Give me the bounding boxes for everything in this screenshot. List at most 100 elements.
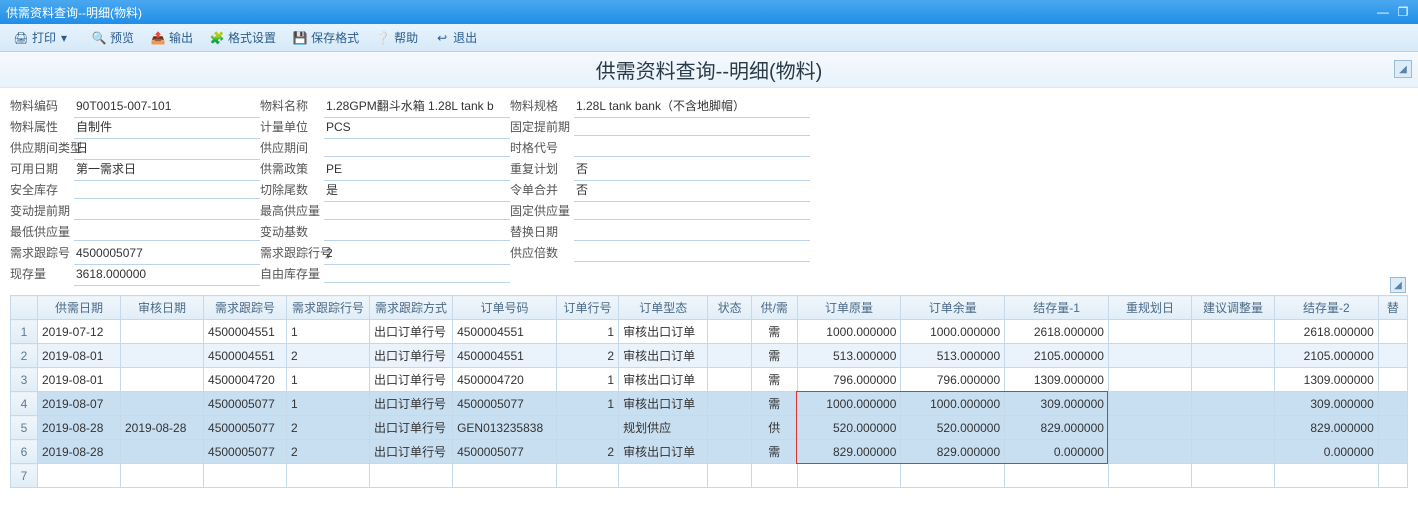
cut-tail-value[interactable]: 是 (324, 180, 510, 202)
cell[interactable] (204, 464, 287, 488)
cell[interactable]: 2105.000000 (1005, 344, 1109, 368)
cell[interactable] (453, 464, 557, 488)
col-header[interactable]: 订单型态 (619, 296, 708, 320)
cell[interactable] (121, 368, 204, 392)
exit-button[interactable]: ↩ 退出 (427, 27, 484, 49)
inventory-value[interactable]: 3618.000000 (74, 264, 260, 286)
cell[interactable] (1378, 416, 1407, 440)
cell[interactable] (708, 392, 752, 416)
cell[interactable] (1378, 320, 1407, 344)
table-row[interactable]: 12019-07-1245000045511出口订单行号45000045511审… (11, 320, 1408, 344)
table-row[interactable]: 52019-08-282019-08-2845000050772出口订单行号GE… (11, 416, 1408, 440)
col-header[interactable]: 订单原量 (797, 296, 901, 320)
cell[interactable]: 4500004551 (453, 344, 557, 368)
fixed-supply-value[interactable] (574, 204, 810, 220)
col-header[interactable]: 审核日期 (121, 296, 204, 320)
cell[interactable]: 2019-08-28 (121, 416, 204, 440)
max-supply-value[interactable] (324, 204, 510, 220)
table-row[interactable]: 7 (11, 464, 1408, 488)
cell[interactable] (797, 464, 901, 488)
cell[interactable]: 2 (287, 344, 370, 368)
col-header[interactable] (11, 296, 38, 320)
material-code-value[interactable]: 90T0015-007-101 (74, 96, 260, 118)
cell[interactable] (1274, 464, 1378, 488)
cell[interactable] (370, 464, 453, 488)
cell[interactable]: 520.000000 (797, 416, 901, 440)
cell[interactable]: 4500004551 (204, 344, 287, 368)
row-number[interactable]: 5 (11, 416, 38, 440)
export-button[interactable]: 📤 输出 (143, 27, 200, 49)
cell[interactable] (1108, 416, 1191, 440)
table-row[interactable]: 42019-08-0745000050771出口订单行号45000050771审… (11, 392, 1408, 416)
cell[interactable]: 1000.000000 (901, 320, 1005, 344)
cell[interactable]: 4500005077 (204, 440, 287, 464)
cell[interactable]: 需 (751, 440, 797, 464)
cell[interactable]: GEN013235838 (453, 416, 557, 440)
format-button[interactable]: 🧩 格式设置 (202, 27, 283, 49)
cell[interactable]: 2019-08-01 (37, 344, 120, 368)
row-number[interactable]: 7 (11, 464, 38, 488)
cell[interactable]: 0.000000 (1005, 440, 1109, 464)
cell[interactable]: 309.000000 (1005, 392, 1109, 416)
policy-value[interactable]: PE (324, 159, 510, 181)
restore-button[interactable]: ❐ (1394, 4, 1412, 20)
data-grid[interactable]: 供需日期审核日期需求跟踪号需求跟踪行号需求跟踪方式订单号码订单行号订单型态状态供… (10, 295, 1408, 488)
cell[interactable]: 审核出口订单 (619, 440, 708, 464)
cell[interactable]: 4500004551 (453, 320, 557, 344)
cell[interactable]: 审核出口订单 (619, 392, 708, 416)
cell[interactable]: 4500005077 (204, 416, 287, 440)
cell[interactable]: 需 (751, 368, 797, 392)
min-supply-value[interactable] (74, 225, 260, 241)
var-lead-value[interactable] (74, 204, 260, 220)
cell[interactable] (1005, 464, 1109, 488)
cell[interactable]: 829.000000 (1005, 416, 1109, 440)
cell[interactable]: 2618.000000 (1274, 320, 1378, 344)
unit-value[interactable]: PCS (324, 117, 510, 139)
cell[interactable]: 2 (556, 440, 618, 464)
cell[interactable] (708, 344, 752, 368)
cell[interactable] (121, 392, 204, 416)
cell[interactable]: 513.000000 (797, 344, 901, 368)
col-header[interactable]: 订单号码 (453, 296, 557, 320)
cell[interactable] (1108, 368, 1191, 392)
cell[interactable] (556, 416, 618, 440)
col-header[interactable]: 替 (1378, 296, 1407, 320)
cell[interactable]: 796.000000 (901, 368, 1005, 392)
cell[interactable]: 需 (751, 344, 797, 368)
cell[interactable]: 1000.000000 (901, 392, 1005, 416)
trace-line-value[interactable]: 2 (324, 243, 510, 265)
expand-grid-button[interactable]: ◢ (1390, 277, 1406, 293)
table-row[interactable]: 32019-08-0145000047201出口订单行号45000047201审… (11, 368, 1408, 392)
cell[interactable]: 4500004720 (453, 368, 557, 392)
cell[interactable]: 供 (751, 416, 797, 440)
col-header[interactable]: 需求跟踪行号 (287, 296, 370, 320)
col-header[interactable]: 订单余量 (901, 296, 1005, 320)
cell[interactable] (556, 464, 618, 488)
col-header[interactable]: 需求跟踪方式 (370, 296, 453, 320)
cell[interactable]: 2 (556, 344, 618, 368)
print-button[interactable]: 🖨 打印 ▾ (6, 27, 82, 49)
table-row[interactable]: 62019-08-2845000050772出口订单行号45000050772审… (11, 440, 1408, 464)
cell[interactable] (708, 464, 752, 488)
cell[interactable]: 1309.000000 (1274, 368, 1378, 392)
cell[interactable] (1108, 320, 1191, 344)
supply-period-type-value[interactable]: 日 (74, 138, 260, 160)
cell[interactable]: 4500005077 (453, 392, 557, 416)
cell[interactable]: 513.000000 (901, 344, 1005, 368)
replace-date-value[interactable] (574, 225, 810, 241)
grid-body[interactable]: 12019-07-1245000045511出口订单行号45000045511审… (11, 320, 1408, 488)
cell[interactable]: 1000.000000 (797, 392, 901, 416)
cell[interactable] (1191, 368, 1274, 392)
cell[interactable]: 2019-08-01 (37, 368, 120, 392)
col-header[interactable]: 供/需 (751, 296, 797, 320)
cell[interactable] (708, 440, 752, 464)
cell[interactable]: 需 (751, 320, 797, 344)
cell[interactable]: 1 (287, 320, 370, 344)
minimize-button[interactable]: — (1374, 4, 1392, 20)
cell[interactable]: 出口订单行号 (370, 392, 453, 416)
cell[interactable] (121, 464, 204, 488)
free-stock-value[interactable] (324, 267, 510, 283)
cell[interactable]: 1 (556, 320, 618, 344)
cell[interactable]: 2019-08-28 (37, 440, 120, 464)
cell[interactable]: 829.000000 (901, 440, 1005, 464)
